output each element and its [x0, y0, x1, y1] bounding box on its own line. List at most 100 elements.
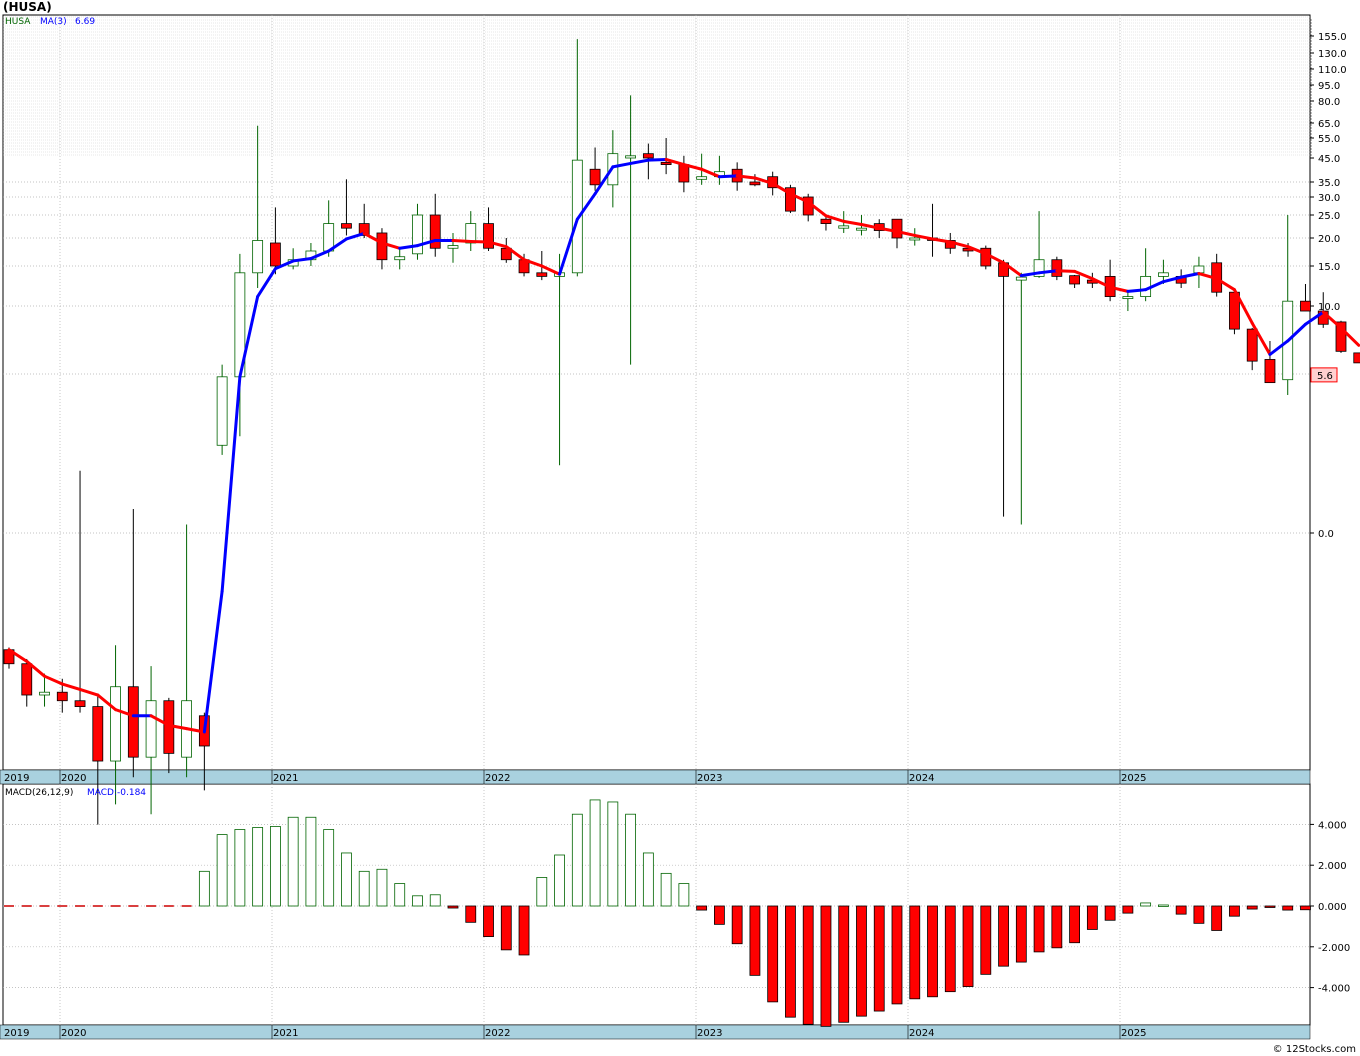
price-axis-label: 30.0	[1318, 193, 1340, 204]
year-label-macd: 2020	[61, 1028, 86, 1039]
macd-bar-positive	[234, 829, 246, 907]
macd-bar-negative	[891, 905, 903, 1005]
year-label-price: 2019	[4, 773, 29, 784]
candle-down	[660, 161, 672, 165]
year-label-price: 2023	[697, 773, 722, 784]
year-label-macd: 2024	[909, 1028, 934, 1039]
macd-bar-positive	[642, 852, 654, 907]
price-axis-label: 25.0	[1318, 211, 1340, 222]
macd-bar-negative	[465, 905, 477, 923]
macd-axis-label: -2.000	[1318, 943, 1350, 954]
legend-macd-value: MACD:-0.184	[87, 788, 146, 798]
macd-bar-negative	[927, 905, 938, 998]
candle-down	[376, 232, 388, 261]
macd-bar-negative	[1264, 905, 1276, 908]
macd-axis-label: 4.000	[1318, 820, 1347, 831]
macd-bar-negative	[1175, 905, 1187, 915]
macd-bar-negative	[1015, 905, 1027, 963]
macd-bar-positive	[625, 813, 636, 907]
ma-segment-down	[451, 238, 473, 243]
candle-down	[21, 663, 33, 696]
macd-bar-negative	[1051, 905, 1063, 949]
year-label-macd: 2023	[697, 1028, 722, 1039]
macd-bar-negative	[447, 905, 459, 909]
price-axis-label: 15.0	[1318, 262, 1340, 273]
candle-up	[1122, 296, 1134, 299]
price-axis-label: 155.0	[1318, 32, 1347, 43]
candle-up	[625, 155, 636, 159]
candle-up	[252, 240, 264, 274]
price-axis-label: 45.0	[1318, 154, 1340, 165]
legend-macd-name: MACD(26,12,9)	[5, 788, 73, 798]
macd-bar-negative	[838, 905, 850, 1023]
macd-bar-negative	[1229, 905, 1240, 917]
candle-up	[39, 691, 50, 696]
macd-bar-negative	[749, 905, 761, 976]
macd-bar-positive	[536, 877, 548, 907]
candle-down	[536, 272, 548, 277]
macd-bar-positive	[198, 870, 210, 907]
candle-down	[891, 218, 903, 239]
macd-bar-negative	[1104, 905, 1116, 921]
candle-down	[1246, 328, 1258, 362]
ma-segment-up	[646, 157, 668, 162]
macd-bar-negative	[802, 905, 814, 1025]
candle-up	[696, 176, 708, 180]
price-axis-label: 55.0	[1318, 134, 1340, 145]
macd-bar-positive	[1158, 904, 1169, 907]
candle-up	[216, 376, 228, 446]
candle-up	[447, 245, 459, 249]
year-label-price: 2024	[909, 773, 934, 784]
macd-bar-negative	[518, 905, 530, 956]
candle-up	[909, 237, 921, 241]
year-label-price: 2020	[61, 773, 86, 784]
candle-down	[92, 706, 104, 762]
macd-bar-negative	[1211, 905, 1223, 931]
candle-up	[1158, 272, 1169, 277]
price-axis-label: 130.0	[1318, 49, 1347, 60]
legend-ticker: HUSA	[5, 17, 31, 27]
macd-bar-negative	[785, 905, 796, 1018]
last-price-label: 5.6	[1317, 371, 1333, 382]
candle-down	[1353, 352, 1360, 364]
price-axis-label: 110.0	[1318, 65, 1347, 76]
legend-ma-value: 6.69	[75, 17, 95, 27]
year-label-macd: 2025	[1121, 1028, 1146, 1039]
year-label-price: 2025	[1121, 773, 1146, 784]
macd-bar-negative	[820, 905, 832, 1027]
candle-down	[483, 223, 494, 249]
candle-down	[820, 218, 832, 224]
candle-down	[678, 164, 690, 183]
macd-bar-positive	[287, 816, 299, 907]
macd-bar-positive	[1140, 902, 1152, 907]
legend-ma-label: MA(3)	[40, 17, 67, 27]
macd-bar-negative	[696, 905, 708, 911]
macd-bar-negative	[1300, 905, 1311, 911]
candle-up	[838, 225, 850, 229]
ma-segment-down	[1055, 269, 1077, 273]
candle-up	[856, 227, 867, 231]
price-axis-label: 65.0	[1318, 119, 1340, 130]
ma-segment-down	[469, 239, 491, 244]
macd-bar-negative	[731, 905, 743, 945]
candle-down	[269, 242, 281, 267]
year-label-macd: 2019	[4, 1028, 29, 1039]
candle-down	[1264, 359, 1276, 384]
candle-down	[56, 691, 68, 702]
macd-bar-negative	[962, 905, 974, 987]
watermark: © 12Stocks.com	[1272, 1044, 1356, 1055]
macd-bar-positive	[269, 826, 281, 907]
macd-bar-positive	[429, 894, 441, 907]
candle-down	[1051, 259, 1063, 277]
year-label-macd: 2022	[485, 1028, 510, 1039]
macd-bar-positive	[252, 827, 264, 907]
macd-bar-negative	[767, 905, 779, 1003]
year-label-price: 2021	[273, 773, 298, 784]
macd-bar-positive	[678, 883, 690, 907]
candle-up	[145, 700, 157, 758]
macd-bar-positive	[394, 883, 406, 907]
macd-bar-negative	[1086, 905, 1098, 930]
macd-bar-positive	[607, 801, 619, 907]
macd-axis-label: 0.000	[1318, 902, 1347, 913]
candle-down	[127, 686, 139, 758]
